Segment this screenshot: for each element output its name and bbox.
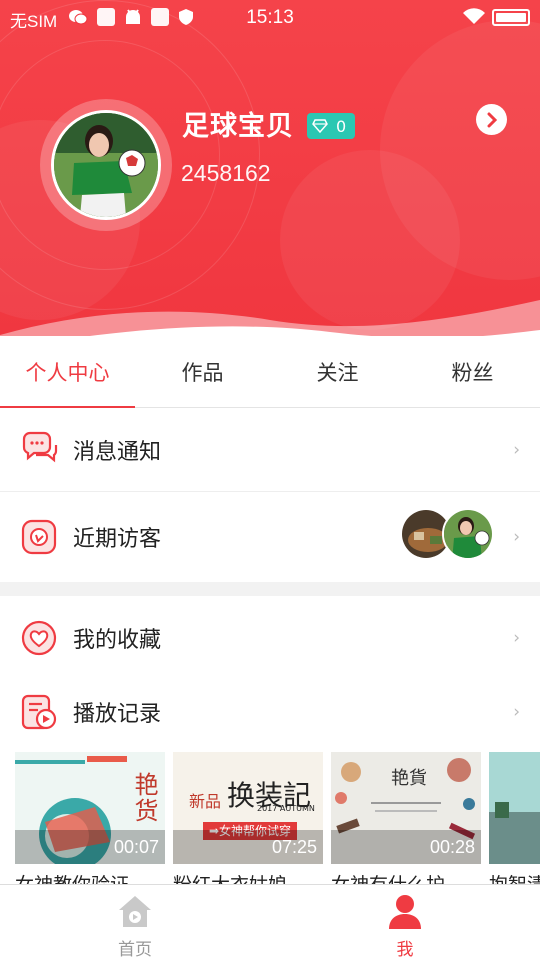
menu-item-favorites[interactable]: 我的收藏 ›: [0, 596, 540, 680]
visitor-icon: [21, 519, 57, 555]
chevron-right-icon: ›: [513, 527, 520, 547]
tab-label: 作品: [181, 360, 224, 385]
video-duration: 00:28: [331, 830, 481, 864]
play-history-icon: [21, 694, 57, 730]
clock: 15:13: [246, 7, 294, 28]
tab-fans[interactable]: 粉丝: [405, 336, 540, 407]
status-bar: 无SIM 15:13: [0, 0, 540, 36]
section-divider: [0, 582, 540, 596]
thumbnail-text: 艳货: [130, 772, 158, 824]
video-duration: 00:07: [15, 830, 165, 864]
nav-me[interactable]: 我: [270, 885, 540, 960]
person-icon: [389, 895, 421, 929]
visitor-avatar[interactable]: [442, 508, 494, 560]
username: 足球宝贝: [182, 111, 294, 142]
profile-tabs: 个人中心 作品 关注 粉丝: [0, 336, 540, 408]
chevron-right-icon: ›: [513, 627, 520, 648]
avatar-image: [54, 113, 158, 217]
nav-label: 首页: [118, 940, 152, 960]
tab-label: 粉丝: [451, 360, 494, 385]
heart-icon: [21, 620, 57, 655]
bottom-navigation: 首页 我: [0, 884, 540, 960]
app-screen: 无SIM 15:13 足球宝贝 0 2458162 个人中心 作品 关注 粉丝 …: [0, 0, 540, 960]
visitor-avatar-image: [444, 510, 492, 558]
video-thumbnail: 艳货 00:07: [15, 752, 165, 864]
avatar[interactable]: [51, 110, 161, 220]
video-thumbnail: 艳貨 00:28: [331, 752, 481, 864]
tab-label: 个人中心: [25, 360, 110, 385]
chat-bubbles-icon: [22, 431, 58, 462]
chevron-right-icon: ›: [513, 702, 520, 722]
home-icon: [119, 896, 151, 927]
menu-item-notifications[interactable]: 消息通知 ›: [0, 408, 540, 492]
nav-home[interactable]: 首页: [0, 885, 270, 960]
menu-label: 近期访客: [73, 527, 162, 552]
play-history-strip: 艳货 00:07 女神教你验证 新品 换装記 2017 AUTUMN ➡女神帮你…: [15, 752, 540, 887]
chevron-right-icon: [487, 112, 497, 127]
nav-label: 我: [396, 940, 414, 960]
thumbnail-subtext: 新品: [189, 792, 222, 811]
video-duration: 07:25: [173, 830, 323, 864]
video-thumbnail-art: [489, 752, 540, 864]
profile-detail-button[interactable]: [476, 104, 507, 135]
avatar-ring[interactable]: [40, 99, 172, 231]
user-id: 2458162: [181, 160, 271, 186]
menu-label: 播放记录: [73, 702, 162, 727]
video-thumbnail: [489, 752, 540, 864]
tab-works[interactable]: 作品: [135, 336, 270, 407]
tab-label: 关注: [316, 360, 359, 385]
tab-following[interactable]: 关注: [270, 336, 405, 407]
level-badge: 0: [307, 113, 355, 139]
wifi-icon: [463, 8, 485, 24]
thumbnail-text: 艳貨: [391, 768, 427, 789]
video-card[interactable]: 新品 换装記 2017 AUTUMN ➡女神帮你试穿 07:25 粉红大衣姑娘: [173, 752, 323, 887]
video-thumbnail: 新品 换装記 2017 AUTUMN ➡女神帮你试穿 07:25: [173, 752, 323, 864]
level-value: 0: [336, 116, 347, 136]
profile-header: 无SIM 15:13 足球宝贝 0 2458162: [0, 0, 540, 360]
tab-personal-center[interactable]: 个人中心: [0, 336, 135, 408]
video-card[interactable]: 艳貨 00:28 女神有什么护: [331, 752, 481, 887]
battery-icon: [492, 9, 530, 26]
chevron-right-icon: ›: [513, 439, 520, 460]
menu-label: 消息通知: [73, 439, 162, 465]
video-card[interactable]: 艳货 00:07 女神教你验证: [15, 752, 165, 887]
menu-item-play-history[interactable]: 播放记录 ›: [0, 672, 540, 752]
menu-item-visitors[interactable]: 近期访客 ›: [0, 492, 540, 582]
thumbnail-small-text: 2017 AUTUMN: [257, 804, 315, 813]
diamond-icon: [312, 119, 328, 133]
menu-label: 我的收藏: [73, 627, 162, 653]
video-card[interactable]: 抱智清: [489, 752, 540, 887]
